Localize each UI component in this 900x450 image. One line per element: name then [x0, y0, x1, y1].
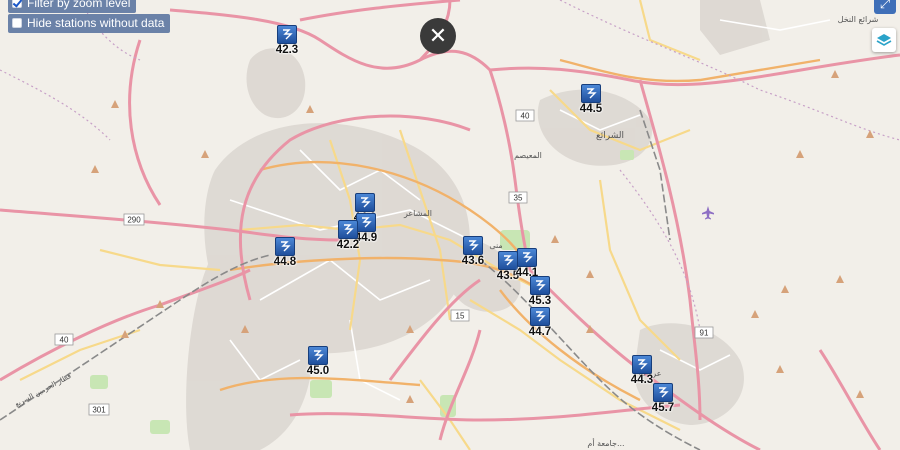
station-marker[interactable]: 44.3 [621, 355, 663, 386]
filter-zoom-label: Filter by zoom level [27, 0, 131, 10]
shield-290: 290 [123, 213, 145, 226]
expand-icon: ⤢ [879, 0, 891, 11]
layers-icon [876, 34, 892, 46]
station-marker[interactable]: 45.0 [297, 346, 339, 377]
fullscreen-button[interactable]: ⤢ [874, 0, 896, 14]
station-icon [530, 307, 550, 326]
svg-text:40: 40 [521, 112, 530, 121]
hide-stations-control[interactable]: Hide stations without data [8, 14, 171, 33]
base-map[interactable]: 290 40 40 35 15 91 301 الشرائع شرائع الن… [0, 0, 900, 450]
station-icon [308, 346, 328, 365]
station-icon [632, 355, 652, 374]
svg-text:91: 91 [700, 329, 709, 338]
station-marker[interactable]: 44.1 [506, 248, 548, 279]
station-marker[interactable]: 44.5 [570, 84, 612, 115]
station-icon [463, 236, 483, 255]
station-icon [530, 276, 550, 295]
close-button[interactable]: ✕ [420, 18, 456, 54]
station-value: 44.8 [273, 256, 297, 268]
station-marker[interactable]: 45.3 [519, 276, 561, 307]
station-marker[interactable]: 42.2 [327, 220, 369, 251]
airport-icon [702, 206, 714, 220]
label-shara-ia: الشرائع [596, 131, 624, 141]
station-value: 45.7 [651, 402, 675, 414]
svg-text:301: 301 [92, 406, 106, 415]
hide-stations-label: Hide stations without data [27, 16, 165, 30]
station-icon [517, 248, 537, 267]
shield-301: 301 [88, 403, 110, 416]
station-icon [277, 25, 297, 44]
station-value: 45.3 [528, 295, 552, 307]
station-value: 45.0 [306, 365, 330, 377]
label-haramain: قطار الحرمين السريع [14, 372, 73, 408]
station-value: 44.7 [528, 326, 552, 338]
station-marker[interactable]: 44.7 [519, 307, 561, 338]
shield-91: 91 [694, 326, 714, 339]
shield-15: 15 [450, 309, 470, 322]
station-value: 42.3 [275, 44, 299, 56]
label-um-al-qura: جامعة أم... [587, 438, 624, 448]
station-icon [581, 84, 601, 103]
station-value: 42.2 [336, 239, 360, 251]
label-al-muaisem: المعيصم [514, 151, 542, 160]
shield-40-west: 40 [54, 333, 74, 346]
close-icon: ✕ [428, 23, 448, 48]
svg-text:290: 290 [127, 216, 141, 225]
station-icon [653, 383, 673, 402]
svg-text:40: 40 [60, 336, 69, 345]
station-value: 44.5 [579, 103, 603, 115]
label-shara-ia-alnakhl: شرائع النخل [838, 15, 879, 24]
shield-40-north: 40 [515, 109, 535, 122]
layers-button[interactable] [872, 28, 896, 52]
svg-text:15: 15 [456, 312, 465, 321]
station-marker[interactable]: 42.3 [266, 25, 308, 56]
filter-zoom-checkbox[interactable] [12, 0, 22, 8]
shield-35: 35 [508, 191, 528, 204]
filter-zoom-control[interactable]: Filter by zoom level [8, 0, 137, 13]
station-marker[interactable]: 44.8 [264, 237, 306, 268]
station-icon [355, 193, 375, 212]
hide-stations-checkbox[interactable] [12, 18, 22, 28]
station-icon [338, 220, 358, 239]
svg-text:35: 35 [514, 194, 523, 203]
station-icon [275, 237, 295, 256]
label-al-mashaer: المشاعر [403, 209, 432, 218]
station-marker[interactable]: 45.7 [642, 383, 684, 414]
